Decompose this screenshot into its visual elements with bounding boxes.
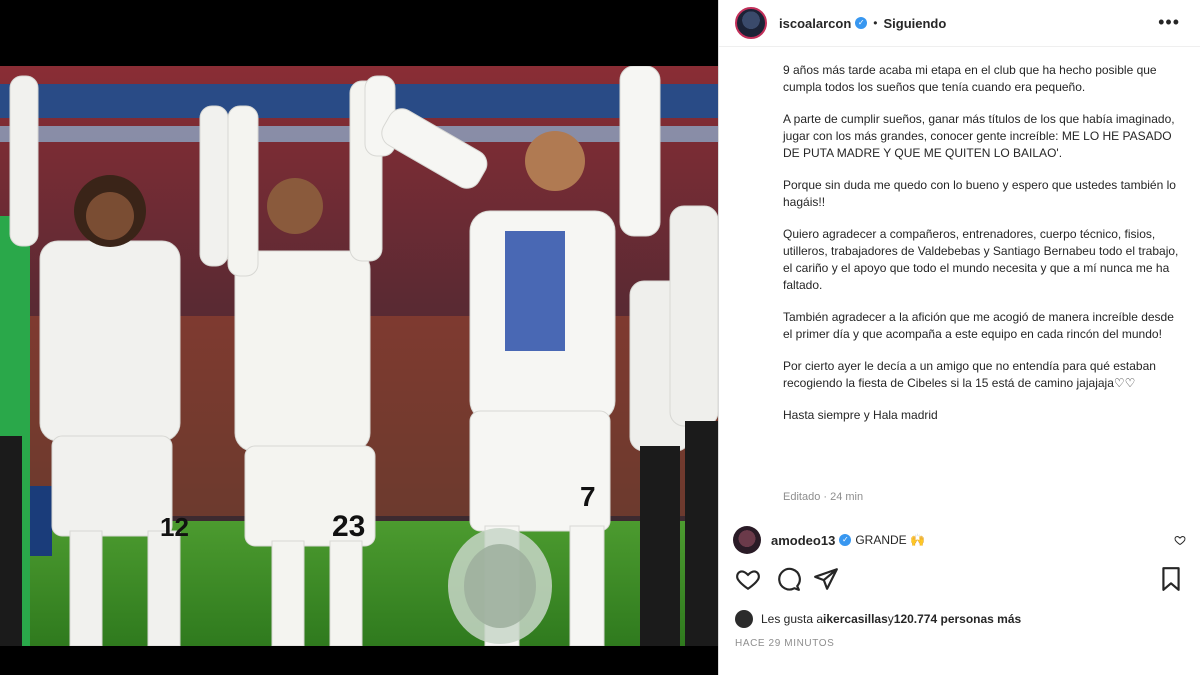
caption-paragraph: Quiero agradecer a compañeros, entrenado…	[783, 227, 1179, 292]
liker-username[interactable]: ikercasillas	[823, 612, 888, 626]
comment-bubble-icon[interactable]	[775, 566, 801, 592]
caption-paragraph: Por cierto ayer le decía a un amigo que …	[783, 359, 1156, 390]
like-heart-icon[interactable]	[735, 566, 761, 592]
comment-text: GRANDE 🙌	[855, 533, 925, 547]
following-button[interactable]: Siguiendo	[883, 16, 946, 31]
caption-paragraph: También agradecer a la afición que me ac…	[783, 310, 1174, 341]
post-time-ago[interactable]: HACE 29 MINUTOS	[735, 638, 834, 649]
comment-avatar[interactable]	[733, 526, 761, 554]
more-options-icon[interactable]: •••	[1158, 12, 1180, 33]
post-photo[interactable]: 23 12 7	[0, 66, 718, 646]
likes-prefix: Les gusta a	[761, 612, 824, 626]
comment-row: amodeo13 ✓ GRANDE 🙌	[733, 526, 1186, 554]
svg-text:23: 23	[332, 510, 365, 543]
caption-paragraph: Porque sin duda me quedo con lo bueno y …	[783, 178, 1176, 209]
comment-username[interactable]: amodeo13	[771, 533, 835, 548]
verified-badge-icon: ✓	[855, 17, 868, 29]
svg-text:12: 12	[160, 512, 189, 542]
save-bookmark-icon[interactable]	[1158, 566, 1184, 592]
svg-text:7: 7	[580, 481, 596, 512]
action-bar	[735, 566, 1184, 594]
likes-count[interactable]: 120.774 personas más	[894, 612, 1021, 626]
post-pane: iscoalarcon ✓ • Siguiendo ••• 9 años más…	[718, 0, 1200, 675]
profile-username[interactable]: iscoalarcon	[779, 16, 851, 31]
liker-avatar[interactable]	[735, 610, 753, 628]
post-header: iscoalarcon ✓ • Siguiendo •••	[719, 0, 1200, 47]
edited-timestamp: Editado · 24 min	[783, 491, 864, 503]
share-send-icon[interactable]	[813, 566, 839, 592]
caption-paragraph: Hasta siempre y Hala madrid	[783, 408, 938, 422]
verified-badge-icon: ✓	[839, 534, 852, 546]
photo-pane: 23 12 7	[0, 0, 718, 675]
caption-paragraph: 9 años más tarde acaba mi etapa en el cl…	[783, 63, 1157, 94]
likes-summary: Les gusta a ikercasillas y 120.774 perso…	[735, 610, 1021, 628]
comment-like-icon[interactable]	[1174, 534, 1186, 546]
profile-avatar[interactable]	[735, 7, 767, 39]
separator-dot: •	[873, 16, 878, 30]
post-caption: 9 años más tarde acaba mi etapa en el cl…	[783, 62, 1185, 439]
caption-paragraph: A parte de cumplir sueños, ganar más tít…	[783, 112, 1175, 160]
